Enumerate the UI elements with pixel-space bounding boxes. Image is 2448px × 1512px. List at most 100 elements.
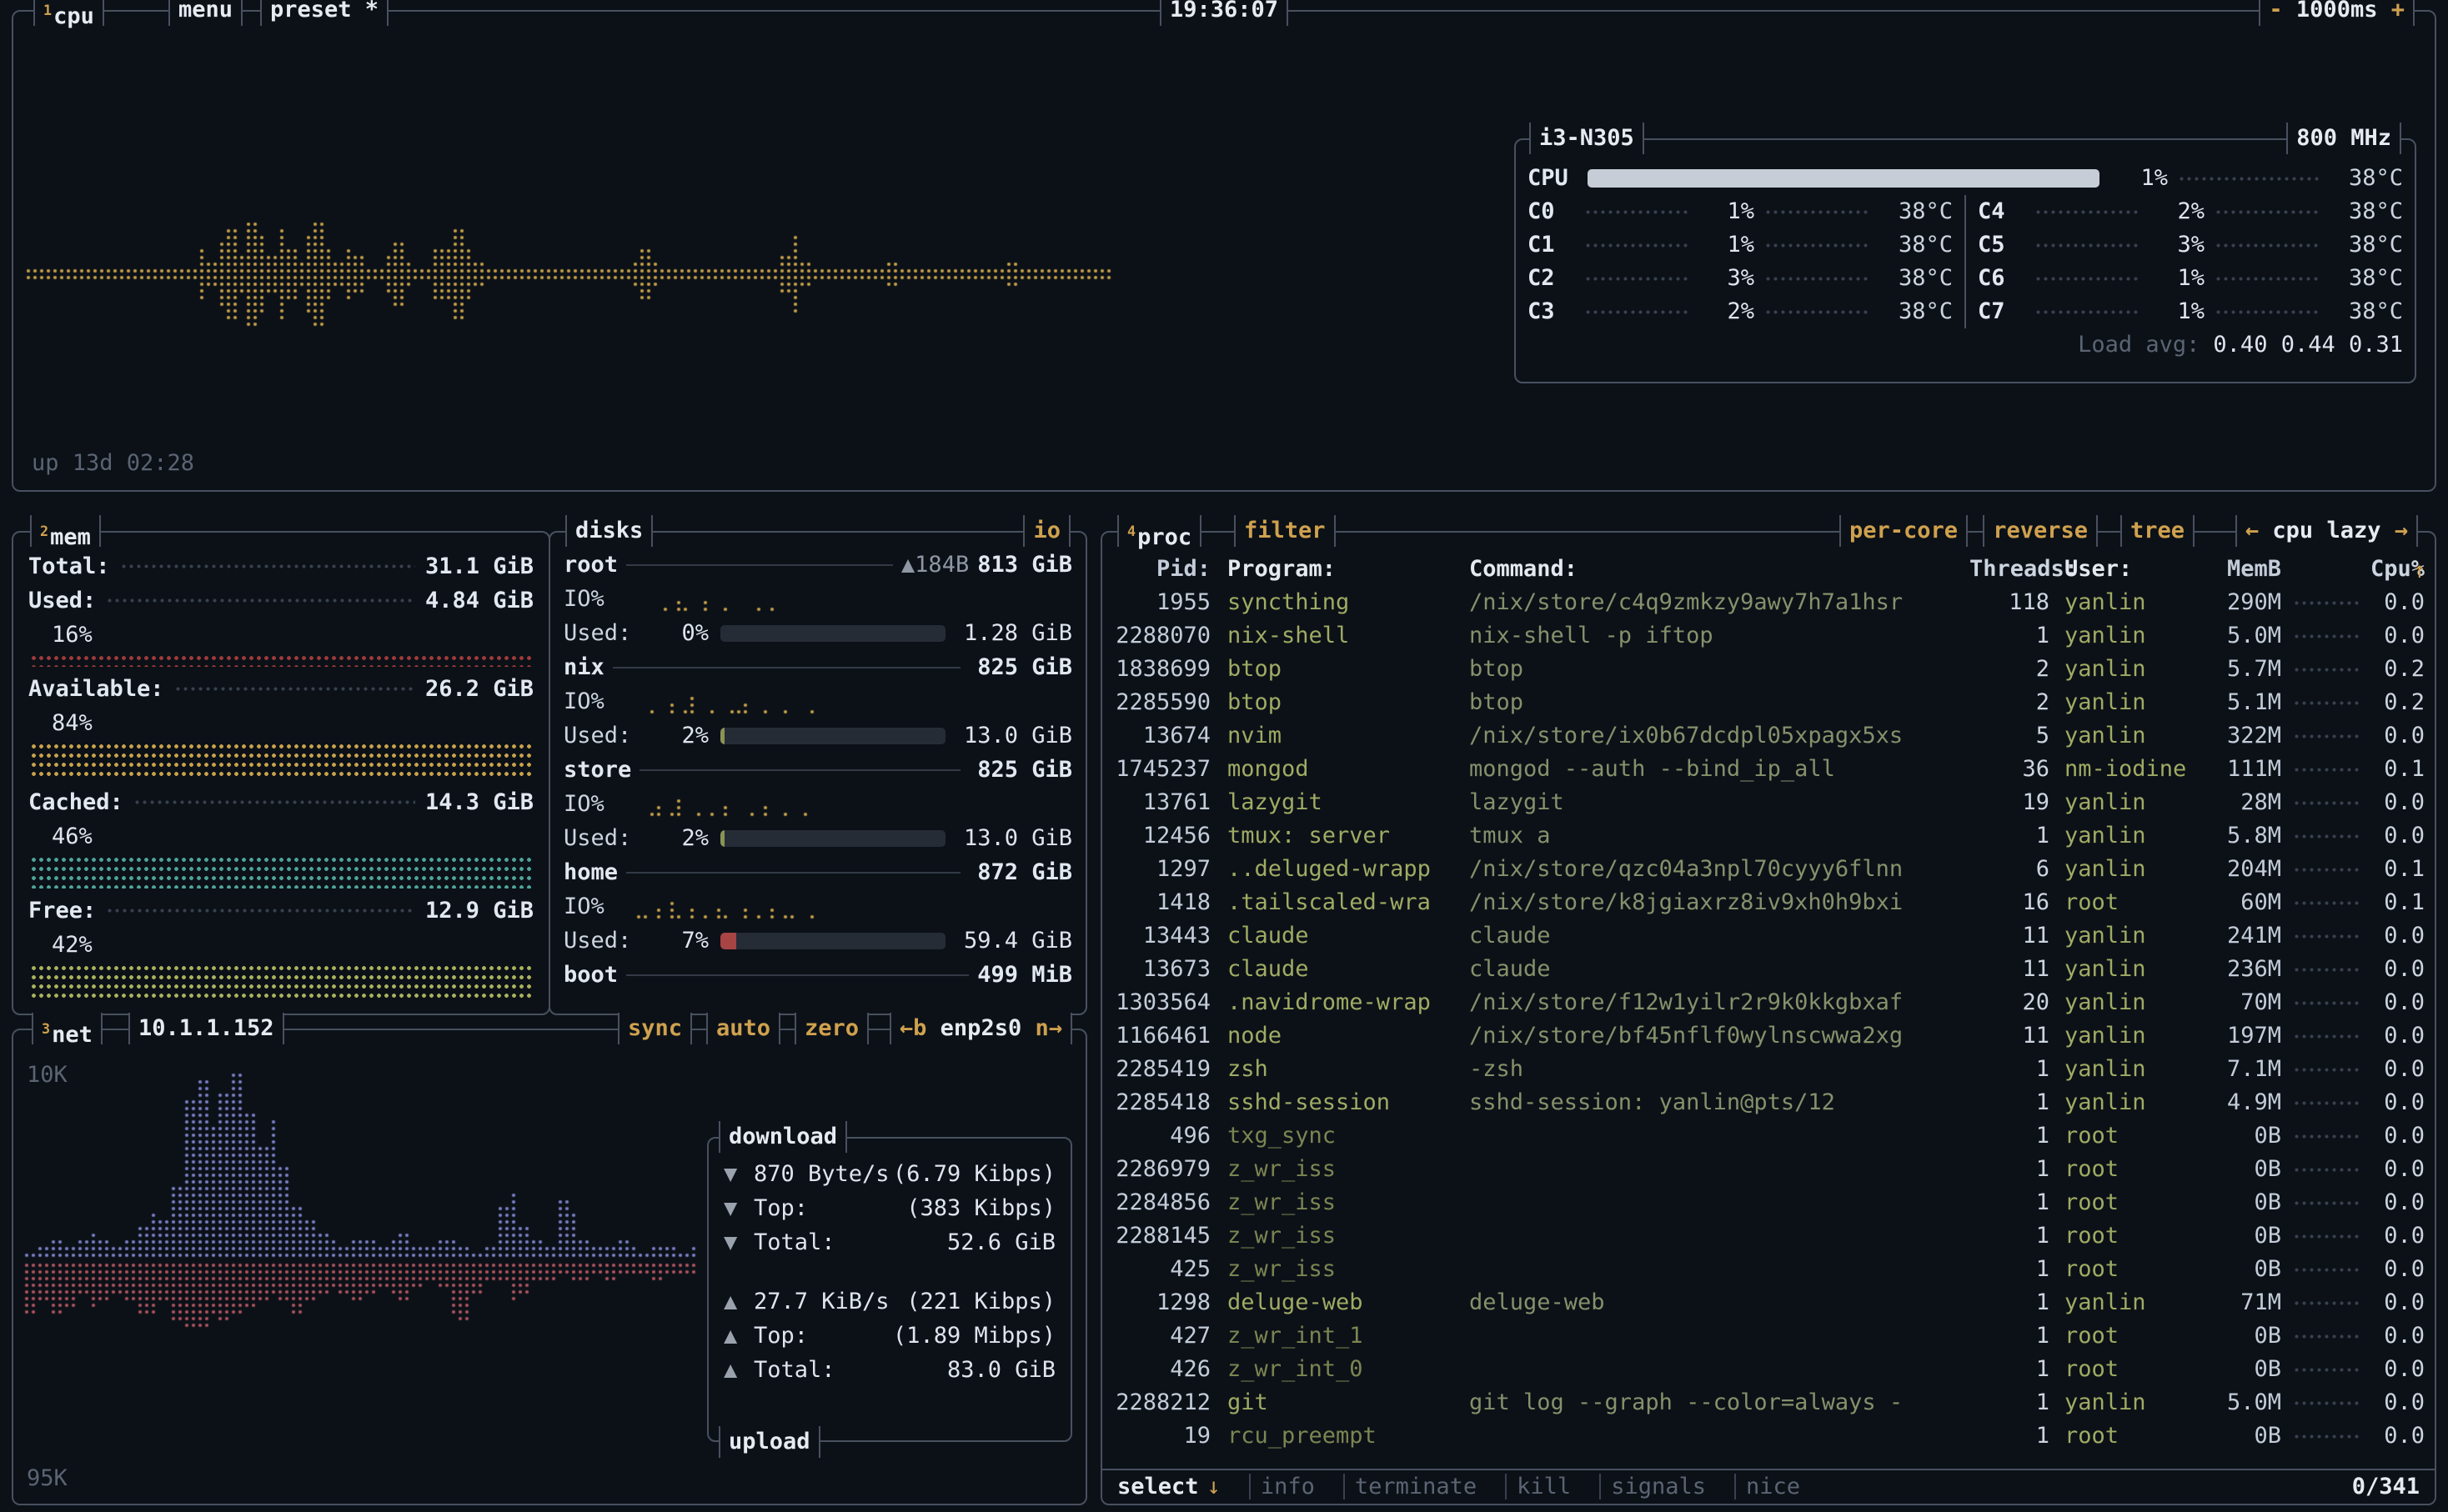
proc-pid: 12456	[1112, 819, 1211, 853]
proc-row[interactable]: 2285418 sshd-session sshd-session: yanli…	[1112, 1086, 2425, 1119]
proc-row[interactable]: 2286979 z_wr_iss 1 root 0B 0.0	[1112, 1153, 2425, 1186]
proc-row[interactable]: 2288070 nix-shell nix-shell -p iftop 1 y…	[1112, 619, 2425, 653]
proc-row[interactable]: 1298 deluge-web deluge-web 1 yanlin 71M …	[1112, 1286, 2425, 1319]
proc-action-button[interactable]: nice	[1734, 1474, 1800, 1499]
proc-col-mem[interactable]: MemB	[2198, 553, 2281, 586]
proc-filter-button[interactable]: filter	[1234, 515, 1336, 547]
net-zero-button[interactable]: zero	[795, 1013, 869, 1044]
disks-io-toggle-label: io	[1033, 518, 1061, 543]
proc-cpu: 0.0	[2365, 1253, 2425, 1286]
core-name: C5	[1978, 228, 2024, 262]
proc-program: zsh	[1211, 1053, 1469, 1086]
proc-program: lazygit	[1211, 786, 1469, 819]
proc-reverse-toggle[interactable]: reverse	[1983, 515, 2098, 547]
proc-tree-toggle[interactable]: tree	[2120, 515, 2195, 547]
proc-action-button[interactable]: terminate	[1343, 1474, 1477, 1499]
disks-io-toggle[interactable]: io	[1023, 515, 1071, 547]
proc-user: yanlin	[2049, 1086, 2198, 1119]
proc-panel-title[interactable]: 4proc	[1117, 515, 1201, 547]
proc-mem: 0B	[2198, 1219, 2281, 1253]
proc-command: /nix/store/bf45nflf0wylnscwwa2xg	[1469, 1019, 1969, 1053]
proc-row[interactable]: 1838699 btop btop 2 yanlin 5.7M 0.2	[1112, 653, 2425, 686]
proc-select-label[interactable]: select	[1117, 1470, 1199, 1504]
proc-row[interactable]: 13673 claude claude 11 yanlin 236M 0.0	[1112, 953, 2425, 986]
interval-decrease-button[interactable]: -	[2269, 0, 2282, 23]
proc-cpu-minigraph-dots	[2293, 734, 2361, 738]
proc-row[interactable]: 2284856 z_wr_iss 1 root 0B 0.0	[1112, 1186, 2425, 1219]
proc-row[interactable]: 427 z_wr_int_1 1 root 0B 0.0	[1112, 1319, 2425, 1353]
load-average-label: Load avg:	[2078, 328, 2200, 362]
proc-sort-next-button[interactable]: →	[2395, 518, 2408, 543]
proc-row[interactable]: 2285419 zsh -zsh 1 yanlin 7.1M 0.0	[1112, 1053, 2425, 1086]
proc-row[interactable]: 1418 .tailscaled-wra /nix/store/k8jgiaxr…	[1112, 886, 2425, 919]
net-auto-button[interactable]: auto	[706, 1013, 780, 1044]
menu-button-label: menu	[178, 0, 233, 23]
proc-row[interactable]: 2288212 git git log --graph --color=alwa…	[1112, 1386, 2425, 1419]
proc-row[interactable]: 12456 tmux: server tmux a 1 yanlin 5.8M …	[1112, 819, 2425, 853]
net-interface-next-button[interactable]: n→	[1035, 1015, 1062, 1041]
mem-panel-title[interactable]: 2mem	[30, 515, 101, 547]
proc-row[interactable]: 13674 nvim /nix/store/ix0b67dcdpl05xpagx…	[1112, 719, 2425, 753]
proc-col-pid[interactable]: Pid:	[1112, 553, 1211, 586]
preset-button[interactable]: preset *	[260, 0, 389, 26]
proc-row[interactable]: 2285590 btop btop 2 yanlin 5.1M 0.2	[1112, 686, 2425, 719]
disk-used-percent: 0%	[655, 617, 709, 650]
proc-user: root	[2049, 1186, 2198, 1219]
disks-panel-title[interactable]: disks	[565, 515, 653, 547]
proc-selection-count: 0/341	[2352, 1470, 2420, 1504]
proc-row[interactable]: 1955 syncthing /nix/store/c4q9zmkzy9awy7…	[1112, 586, 2425, 619]
proc-row[interactable]: 1745237 mongod mongod --auth --bind_ip_a…	[1112, 753, 2425, 786]
proc-action-button[interactable]: kill	[1505, 1474, 1571, 1499]
cpu-panel-title[interactable]: 1cpu	[33, 0, 104, 26]
net-interface-prev-button[interactable]: ←b	[900, 1015, 927, 1041]
proc-cpu-minigraph	[2281, 834, 2365, 839]
download-stat-row: ▼ Total: 52.6 GiB	[724, 1225, 1056, 1259]
download-arrow-icon: ▼	[724, 1226, 754, 1259]
proc-cpu: 0.0	[2365, 919, 2425, 953]
proc-cpu-minigraph-dots	[2293, 1434, 2361, 1439]
interval-increase-button[interactable]: +	[2391, 0, 2405, 23]
proc-pid: 2288070	[1112, 619, 1211, 653]
proc-sort-prev-button[interactable]: ←	[2245, 518, 2259, 543]
proc-cpu: 0.0	[2365, 586, 2425, 619]
proc-row[interactable]: 2288145 z_wr_iss 1 root 0B 0.0	[1112, 1219, 2425, 1253]
proc-col-program[interactable]: Program:	[1211, 553, 1469, 586]
disk-io-graph	[635, 585, 827, 613]
interval-value: 1000ms	[2296, 0, 2378, 23]
proc-action-button[interactable]: info	[1249, 1474, 1315, 1499]
proc-row[interactable]: 19 rcu_preempt 1 root 0B 0.0	[1112, 1419, 2425, 1453]
proc-row[interactable]: 1303564 .navidrome-wrap /nix/store/f12w1…	[1112, 986, 2425, 1019]
net-sync-button[interactable]: sync	[618, 1013, 692, 1044]
proc-pid: 2285590	[1112, 686, 1211, 719]
proc-row[interactable]: 1166461 node /nix/store/bf45nflf0wylnscw…	[1112, 1019, 2425, 1053]
proc-cpu: 0.0	[2365, 1419, 2425, 1453]
proc-cpu-minigraph-dots	[2293, 1201, 2361, 1205]
proc-col-command[interactable]: Command:	[1469, 553, 1969, 586]
proc-row[interactable]: 496 txg_sync 1 root 0B 0.0	[1112, 1119, 2425, 1153]
update-interval: - 1000ms +	[2259, 0, 2415, 26]
proc-percore-toggle[interactable]: per-core	[1839, 515, 1968, 547]
proc-col-user[interactable]: User:	[2049, 553, 2198, 586]
proc-threads: 1	[1969, 1119, 2049, 1153]
disk-used-meter	[720, 830, 946, 847]
proc-row[interactable]: 13761 lazygit lazygit 19 yanlin 28M 0.0	[1112, 786, 2425, 819]
core-row: C3 2% 38°C	[1527, 295, 1953, 328]
proc-cpu: 0.0	[2365, 1053, 2425, 1086]
proc-row[interactable]: 13443 claude claude 11 yanlin 241M 0.0	[1112, 919, 2425, 953]
disk-used-value: 13.0 GiB	[946, 719, 1072, 753]
proc-cpu-minigraph	[2281, 601, 2365, 605]
proc-row[interactable]: 426 z_wr_int_0 1 root 0B 0.0	[1112, 1353, 2425, 1386]
proc-cpu: 0.0	[2365, 719, 2425, 753]
net-panel-title-label: net	[52, 1022, 93, 1048]
proc-threads: 1	[1969, 1419, 2049, 1453]
proc-col-threads[interactable]: Threads:	[1969, 553, 2049, 586]
menu-button[interactable]: menu	[168, 0, 243, 26]
proc-cpu-minigraph	[2281, 1368, 2365, 1372]
proc-action-button[interactable]: signals	[1599, 1474, 1706, 1499]
net-panel-title[interactable]: 3net	[32, 1013, 103, 1044]
core-usage-graph	[1584, 310, 1689, 314]
proc-cpu-minigraph	[2281, 1168, 2365, 1172]
proc-row[interactable]: 425 z_wr_iss 1 root 0B 0.0	[1112, 1253, 2425, 1286]
proc-row[interactable]: 1297 ..deluged-wrapp /nix/store/qzc04a3n…	[1112, 853, 2425, 886]
proc-select-down-arrow[interactable]: ↓	[1207, 1470, 1221, 1504]
